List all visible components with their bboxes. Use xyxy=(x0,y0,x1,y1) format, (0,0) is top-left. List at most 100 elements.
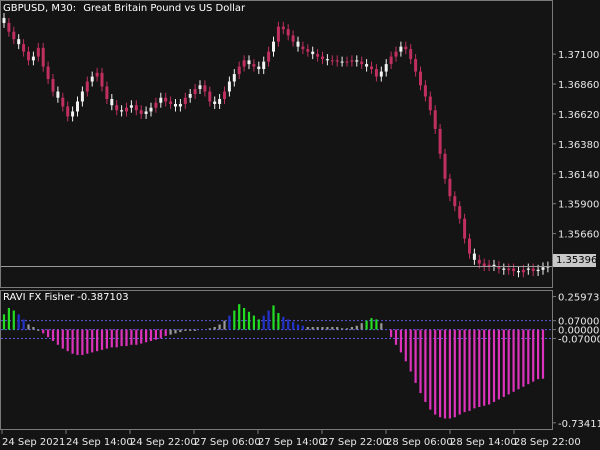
candle-body xyxy=(360,61,364,65)
price-tick-label: 1.36860 xyxy=(558,80,599,91)
candle-body xyxy=(159,97,163,103)
chart-canvas[interactable]: 1.37100 1.36860 1.36620 1.36380 1.36140 1.359… xyxy=(0,0,600,450)
price-tick-label: 1.36620 xyxy=(558,110,599,121)
candle-body xyxy=(134,105,138,111)
candle-body xyxy=(257,66,261,70)
candle-body xyxy=(174,103,177,107)
time-tick-label: 27 Sep 22:00 xyxy=(322,437,389,448)
candle-body xyxy=(296,41,300,47)
candle-body xyxy=(507,268,511,270)
candle-body xyxy=(17,39,21,45)
candle-body xyxy=(164,97,168,102)
candle-body xyxy=(95,72,99,77)
time-tick-label: 28 Sep 14:00 xyxy=(450,437,517,448)
indicator-axis: 0.2597350.0700000.000000-0.070000-0.7341… xyxy=(552,293,600,430)
instrument-name: Great Britain Pound vs US Dollar xyxy=(83,3,246,14)
candle-body xyxy=(110,98,114,106)
candle-body xyxy=(301,46,305,50)
candle-body xyxy=(325,59,329,61)
candle-body xyxy=(321,56,324,60)
candle-body xyxy=(213,101,217,104)
indicator-histogram xyxy=(2,304,545,419)
candle-body xyxy=(12,31,16,40)
candle-body xyxy=(281,26,285,30)
candle-body xyxy=(237,66,241,75)
candle-body xyxy=(105,86,109,99)
price-tick-label: 1.35660 xyxy=(558,230,599,241)
candle-body xyxy=(379,71,383,77)
candle-body xyxy=(183,97,187,104)
candle-body xyxy=(453,196,457,207)
candle-body xyxy=(80,91,84,102)
candle-body xyxy=(286,29,290,36)
candle-body xyxy=(492,264,496,267)
time-tick-label: 28 Sep 06:00 xyxy=(386,437,453,448)
time-tick-label: 27 Sep 06:00 xyxy=(194,437,261,448)
candle-body xyxy=(223,91,226,99)
candle-body xyxy=(276,26,280,42)
candle-body xyxy=(139,110,143,114)
candle-body xyxy=(247,60,251,65)
price-tick-label: 1.35900 xyxy=(558,200,599,211)
candle-body xyxy=(169,101,173,104)
candle-body xyxy=(355,60,359,62)
candle-body xyxy=(472,253,476,260)
time-tick-label: 28 Sep 22:00 xyxy=(514,437,581,448)
candle-body xyxy=(306,49,310,52)
candle-body xyxy=(267,51,271,62)
candle-body xyxy=(100,72,104,87)
candle-body xyxy=(193,89,197,95)
candle-body xyxy=(2,17,6,23)
time-tick-label: 27 Sep 14:00 xyxy=(258,437,325,448)
price-tick-label: 1.37100 xyxy=(558,50,599,61)
candle-body xyxy=(66,106,70,117)
candle-body xyxy=(404,46,408,50)
candle-body xyxy=(463,218,467,239)
candle-body xyxy=(419,71,422,86)
candle-body xyxy=(345,61,349,63)
candle-body xyxy=(389,56,393,65)
candle-body xyxy=(252,64,256,67)
candle-body xyxy=(36,47,40,57)
candle-body xyxy=(438,128,442,154)
candle-body xyxy=(46,66,50,80)
candle-body xyxy=(374,69,378,77)
candle-body xyxy=(414,59,418,72)
candle-body xyxy=(71,111,75,117)
candle-body xyxy=(7,22,11,32)
candle-body xyxy=(115,105,119,111)
candle-body xyxy=(198,85,202,90)
time-tick-label: 24 Sep 2021 xyxy=(2,437,65,448)
candle-body xyxy=(149,107,153,112)
indicator-title: RAVI FX Fisher -0.387103 xyxy=(3,292,129,303)
candle-body xyxy=(144,111,148,114)
candle-body xyxy=(335,60,339,62)
price-axis: 1.37100 1.36860 1.36620 1.36380 1.36140 1.359… xyxy=(552,50,599,241)
symbol-timeframe: GBPUSD, M30: xyxy=(3,3,77,14)
chart-title: GBPUSD, M30: Great Britain Pound vs US D… xyxy=(3,3,245,14)
candle-body xyxy=(477,259,481,264)
candle-body xyxy=(512,268,516,272)
candle-body xyxy=(458,206,462,219)
time-axis: 24 Sep 2021 24 Sep 14:0024 Sep 22:0027 Se… xyxy=(1,430,581,448)
indicator-tick-label: -0.070000 xyxy=(558,334,600,345)
candle-body xyxy=(311,51,315,55)
candle-body xyxy=(129,105,133,108)
candle-body xyxy=(178,103,182,107)
candle-body xyxy=(399,46,403,52)
candle-body xyxy=(188,94,192,98)
candle-body xyxy=(41,47,45,67)
candle-body xyxy=(242,60,246,67)
candle-body xyxy=(531,268,535,272)
candle-body xyxy=(423,85,427,97)
candle-body xyxy=(409,49,413,60)
candle-body xyxy=(85,81,89,92)
chart-window[interactable]: 1.37100 1.36860 1.36620 1.36380 1.36140 1.359… xyxy=(0,0,600,450)
time-tick-label: 24 Sep 14:00 xyxy=(66,437,133,448)
candle-body xyxy=(443,153,447,179)
price-tick-label: 1.36140 xyxy=(558,170,599,181)
candle-body xyxy=(218,98,222,104)
current-price-label: 1.35396 xyxy=(553,254,597,267)
candle-body xyxy=(61,97,65,107)
candle-body xyxy=(90,76,94,82)
